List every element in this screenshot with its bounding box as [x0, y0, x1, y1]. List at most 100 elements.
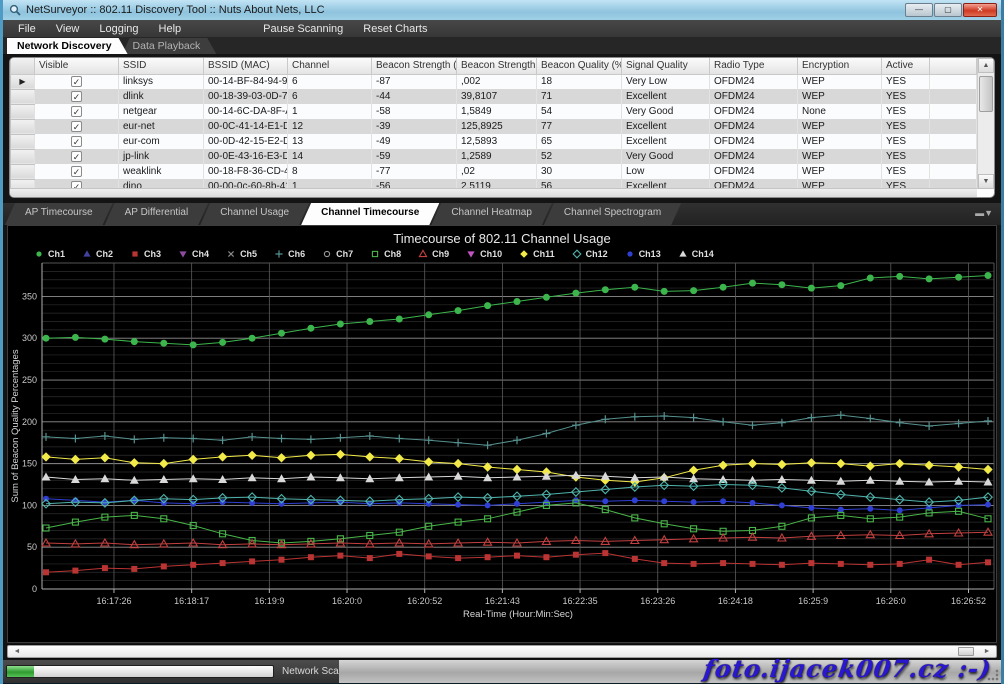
table-cell: linksys: [119, 74, 204, 89]
menu-item-logging[interactable]: Logging: [90, 22, 147, 36]
svg-text:16:25:9: 16:25:9: [798, 596, 828, 606]
visible-checkbox[interactable]: ✓: [71, 121, 82, 132]
legend-marker-icon: [226, 249, 236, 259]
scroll-up-arrow[interactable]: ▲: [978, 58, 994, 73]
table-cell-filler: [929, 149, 977, 164]
column-header[interactable]: Active: [882, 58, 930, 74]
table-cell: OFDM24: [710, 89, 798, 104]
svg-text:16:18:17: 16:18:17: [174, 596, 209, 606]
main-tab-data-playback[interactable]: Data Playback: [123, 38, 217, 54]
column-header[interactable]: Beacon Strength (d...: [372, 58, 457, 74]
menu-action-pause-scanning[interactable]: Pause Scanning: [254, 22, 352, 36]
legend-label: Ch7: [336, 249, 353, 259]
table-cell: 52: [537, 149, 622, 164]
column-header[interactable]: Encryption: [798, 58, 882, 74]
column-header[interactable]: BSSID (MAC): [204, 58, 288, 74]
chart-tab-ap-differential[interactable]: AP Differential: [105, 203, 209, 225]
visible-checkbox[interactable]: ✓: [71, 76, 82, 87]
visible-cell: ✓: [35, 89, 119, 104]
table-horizontal-scrollbar[interactable]: [10, 188, 977, 197]
row-selector[interactable]: [11, 164, 35, 179]
minimize-button[interactable]: —: [905, 3, 933, 17]
table-cell: 00-0D-42-15-E2-D6: [204, 134, 288, 149]
column-header[interactable]: Beacon Quality (%): [537, 58, 622, 74]
svg-text:16:20:0: 16:20:0: [332, 596, 362, 606]
table-cell-filler: [929, 74, 977, 89]
column-header[interactable]: Visible: [35, 58, 119, 74]
scroll-down-arrow[interactable]: ▼: [978, 174, 994, 189]
svg-text:16:24:18: 16:24:18: [718, 596, 753, 606]
column-header[interactable]: Radio Type: [710, 58, 798, 74]
table-row[interactable]: ▶✓linksys00-14-BF-84-94-926-87,00218Very…: [11, 74, 977, 89]
app-window: NetSurveyor :: 802.11 Discovery Tool :: …: [0, 0, 1004, 684]
table-row[interactable]: ✓eur-net00-0C-41-14-E1-D512-39125,892577…: [11, 119, 977, 134]
column-header[interactable]: SSID: [119, 58, 204, 74]
column-header[interactable]: Signal Quality: [622, 58, 710, 74]
table-row[interactable]: ✓dlink00-18-39-03-0D-7B6-4439,810771Exce…: [11, 89, 977, 104]
close-button[interactable]: ✕: [963, 3, 997, 17]
table-cell: 00-0E-43-16-E3-D7: [204, 149, 288, 164]
svg-text:0: 0: [32, 584, 37, 594]
menu-action-reset-charts[interactable]: Reset Charts: [354, 22, 436, 36]
svg-text:350: 350: [22, 291, 37, 301]
menu-item-view[interactable]: View: [47, 22, 89, 36]
scroll-thumb[interactable]: [979, 76, 993, 112]
table-cell: OFDM24: [710, 149, 798, 164]
visible-checkbox[interactable]: ✓: [71, 166, 82, 177]
visible-checkbox[interactable]: ✓: [71, 91, 82, 102]
table-cell-filler: [929, 104, 977, 119]
table-row[interactable]: ✓weaklink00-18-F8-36-CD-438-77,0230LowOF…: [11, 164, 977, 179]
scroll-left-arrow[interactable]: ◄: [10, 647, 24, 656]
visible-cell: ✓: [35, 164, 119, 179]
column-header[interactable]: Beacon Strength (m...: [457, 58, 537, 74]
chart-tab-ap-timecourse[interactable]: AP Timecourse: [5, 203, 113, 225]
table-row[interactable]: ✓jp-link00-0E-43-16-E3-D714-591,258952Ve…: [11, 149, 977, 164]
table-row[interactable]: ✓netgear00-14-6C-DA-8F-A81-581,584954Ver…: [11, 104, 977, 119]
chart-tab-channel-timecourse[interactable]: Channel Timecourse: [301, 203, 439, 225]
maximize-button[interactable]: ▢: [934, 3, 962, 17]
table-cell: YES: [882, 89, 930, 104]
visible-checkbox[interactable]: ✓: [71, 151, 82, 162]
row-selector[interactable]: [11, 89, 35, 104]
row-selector[interactable]: ▶: [11, 74, 35, 89]
chart-tab-strip: AP TimecourseAP DifferentialChannel Usag…: [3, 203, 1001, 225]
visible-checkbox[interactable]: ✓: [71, 136, 82, 147]
chart-tab-channel-usage[interactable]: Channel Usage: [200, 203, 309, 225]
legend-item-ch13: Ch13: [625, 249, 661, 259]
visible-cell: ✓: [35, 134, 119, 149]
legend-item-ch9: Ch9: [418, 249, 449, 259]
menu-bar: FileViewLoggingHelp Pause ScanningReset C…: [3, 20, 1001, 37]
table-cell: -59: [372, 149, 457, 164]
chart-tab-channel-spectrogram[interactable]: Channel Spectrogram: [544, 203, 681, 225]
chart-tab-channel-heatmap[interactable]: Channel Heatmap: [431, 203, 552, 225]
svg-text:Sum of Beacon Quality Percenta: Sum of Beacon Quality Percentages: [10, 349, 21, 502]
legend-marker-icon: [519, 249, 529, 259]
channel-usage-chart: 05010015020025030035016:17:2616:18:1716:…: [8, 259, 997, 641]
table-cell: WEP: [798, 89, 882, 104]
row-selector[interactable]: [11, 104, 35, 119]
row-selector[interactable]: [11, 134, 35, 149]
row-selector[interactable]: [11, 149, 35, 164]
row-selector[interactable]: [11, 119, 35, 134]
main-tab-network-discovery[interactable]: Network Discovery: [7, 38, 128, 54]
legend-label: Ch5: [240, 249, 257, 259]
menu-item-file[interactable]: File: [9, 22, 45, 36]
table-cell: netgear: [119, 104, 204, 119]
svg-text:16:23:26: 16:23:26: [640, 596, 675, 606]
legend-marker-icon: [418, 249, 428, 259]
chart-title: Timecourse of 802.11 Channel Usage: [8, 226, 996, 246]
menu-item-help[interactable]: Help: [150, 22, 191, 36]
table-cell: 1,5849: [457, 104, 537, 119]
collapse-chart-icon[interactable]: ▬▼: [975, 208, 993, 218]
legend-item-ch3: Ch3: [130, 249, 161, 259]
table-row[interactable]: ✓eur-com00-0D-42-15-E2-D613-4912,589365E…: [11, 134, 977, 149]
visible-cell: ✓: [35, 149, 119, 164]
table-cell: Very Good: [622, 149, 710, 164]
legend-marker-icon: [625, 249, 635, 259]
visible-cell: ✓: [35, 74, 119, 89]
table-cell: Excellent: [622, 89, 710, 104]
column-header[interactable]: Channel: [288, 58, 372, 74]
visible-checkbox[interactable]: ✓: [71, 106, 82, 117]
table-cell: dlink: [119, 89, 204, 104]
table-cell: 1,2589: [457, 149, 537, 164]
